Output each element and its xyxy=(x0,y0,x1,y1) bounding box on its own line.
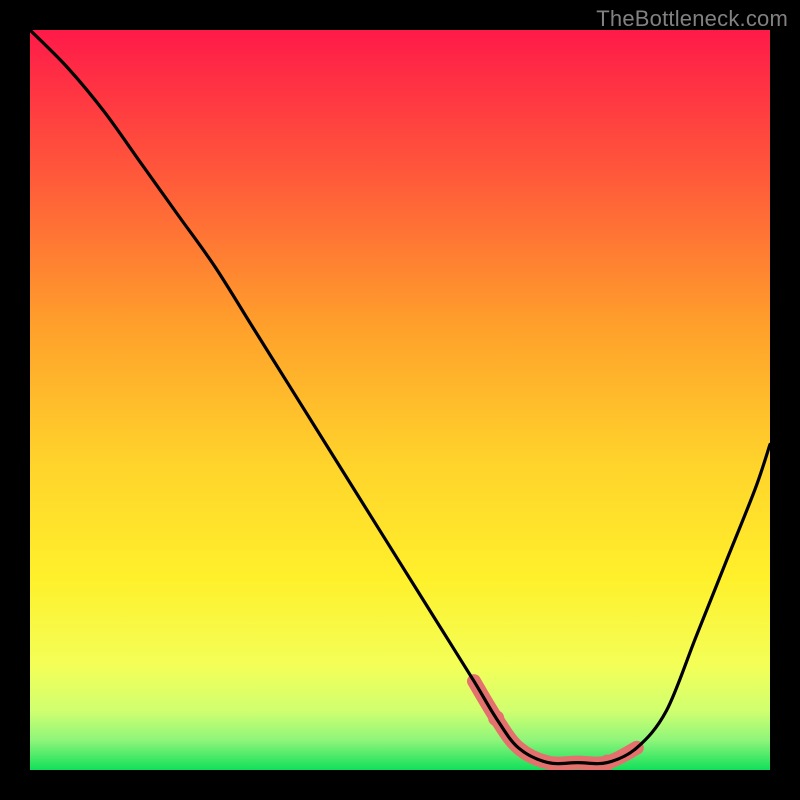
chart-svg xyxy=(30,30,770,770)
plot-area xyxy=(30,30,770,770)
watermark-text: TheBottleneck.com xyxy=(596,6,788,32)
chart-frame: TheBottleneck.com xyxy=(0,0,800,800)
gradient-background xyxy=(30,30,770,770)
